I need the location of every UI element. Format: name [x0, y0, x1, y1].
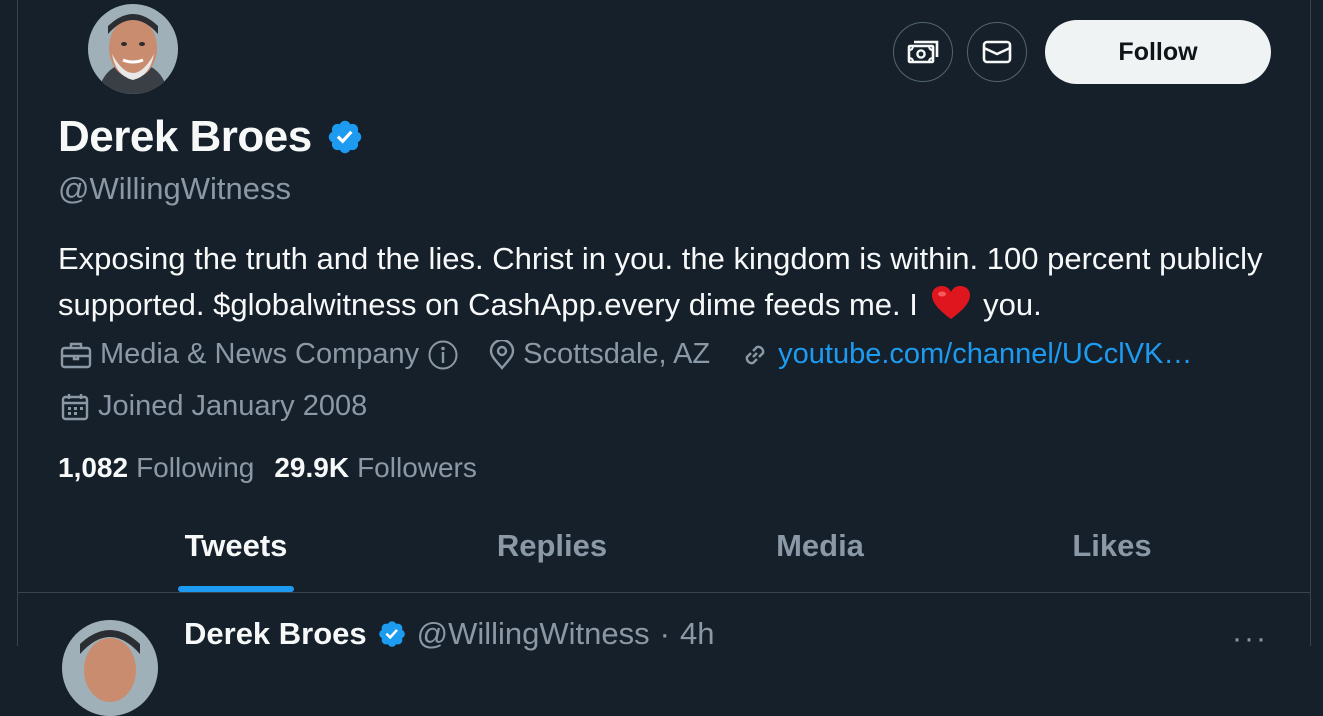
tweet-avatar-image	[62, 620, 158, 716]
more-options-icon[interactable]: ···	[1232, 622, 1268, 656]
tab-replies[interactable]: Replies	[472, 500, 632, 592]
profile-meta: Media & News Company Scottsdale, AZ yout…	[60, 338, 1222, 371]
display-name: Derek Broes	[58, 112, 312, 161]
verified-badge-icon[interactable]	[326, 118, 364, 156]
avatar-image	[88, 4, 178, 94]
profile-handle: @WillingWitness	[58, 171, 291, 206]
tweet-preview[interactable]: Derek Broes @WillingWitness · 4h ···	[0, 600, 1323, 716]
profile-tabs: Tweets Replies Media Likes	[18, 500, 1310, 593]
tweet-time[interactable]: 4h	[680, 616, 714, 652]
profile-stats: 1,082 Following 29.9K Followers	[58, 452, 477, 484]
tweet-author-handle: @WillingWitness	[416, 616, 650, 651]
tab-replies-label: Replies	[496, 528, 608, 563]
tip-button[interactable]	[893, 22, 953, 82]
tab-media[interactable]: Media	[740, 500, 900, 592]
profile-actions: Follow	[893, 20, 1271, 84]
profile-website: youtube.com/channel/UCclVK…	[740, 338, 1192, 371]
followers-count: 29.9K	[274, 452, 350, 483]
tab-media-label: Media	[776, 528, 864, 563]
profile-location: Scottsdale, AZ	[489, 338, 710, 371]
active-tab-indicator	[178, 586, 294, 592]
following-stat[interactable]: 1,082 Following	[58, 452, 254, 484]
location-label: Scottsdale, AZ	[523, 338, 711, 370]
profile-name-row: Derek Broes	[58, 112, 364, 162]
calendar-icon	[61, 393, 89, 420]
profile-joined: Joined January 2008	[60, 390, 367, 423]
website-link[interactable]: youtube.com/channel/UCclVK…	[778, 338, 1192, 371]
joined-label: Joined January 2008	[98, 390, 368, 422]
profile-category: Media & News Company	[60, 338, 459, 371]
briefcase-icon	[60, 342, 92, 368]
location-pin-icon	[489, 339, 515, 370]
tab-tweets[interactable]: Tweets	[156, 500, 316, 592]
tweet-header: Derek Broes @WillingWitness · 4h	[184, 616, 714, 652]
profile-bio: Exposing the truth and the lies. Christ …	[58, 236, 1288, 328]
tweet-verified-badge-icon	[378, 621, 405, 647]
followers-stat[interactable]: 29.9K Followers	[274, 452, 477, 484]
category-label: Media & News Company	[100, 338, 420, 370]
following-count: 1,082	[58, 452, 129, 483]
money-icon	[907, 40, 939, 64]
profile-avatar[interactable]	[88, 4, 178, 94]
tweet-separator: ·	[659, 616, 670, 651]
tab-likes-label: Likes	[1072, 528, 1152, 563]
bio-end-text: you.	[983, 287, 1042, 322]
mail-icon	[982, 40, 1012, 64]
link-icon	[745, 345, 765, 364]
message-button[interactable]	[967, 22, 1027, 82]
bio-text: Exposing the truth and the lies. Christ …	[58, 241, 1263, 322]
red-heart-icon	[931, 286, 970, 319]
followers-label: Followers	[357, 452, 477, 483]
follow-button[interactable]: Follow	[1045, 20, 1271, 84]
tweet-avatar[interactable]	[62, 620, 158, 716]
tab-tweets-label: Tweets	[184, 528, 288, 563]
tab-likes[interactable]: Likes	[1032, 500, 1192, 592]
following-label: Following	[136, 452, 255, 483]
info-icon[interactable]	[427, 339, 459, 371]
tweet-author-name[interactable]: Derek Broes	[184, 616, 367, 652]
